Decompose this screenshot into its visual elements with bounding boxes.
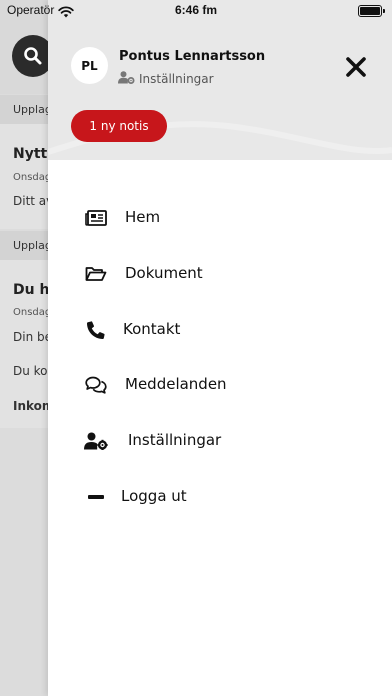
item-body: Din be bbox=[13, 330, 52, 344]
menu-label: Logga ut bbox=[121, 487, 187, 505]
settings-link-label: Inställningar bbox=[139, 71, 214, 86]
close-button[interactable] bbox=[344, 55, 368, 79]
user-gear-icon bbox=[84, 431, 108, 451]
battery-icon bbox=[358, 5, 385, 17]
menu-item-kontakt[interactable]: Kontakt bbox=[48, 308, 392, 352]
search-icon bbox=[24, 47, 42, 65]
side-drawer: PL Pontus Lennartsson Inställningar 1 ny… bbox=[48, 0, 392, 696]
menu-label: Inställningar bbox=[128, 431, 222, 449]
item-date: Onsdag bbox=[13, 307, 52, 318]
item-title: Nytt bbox=[13, 146, 48, 162]
notification-button[interactable]: 1 ny notis bbox=[71, 110, 167, 142]
menu-label: Meddelanden bbox=[125, 375, 227, 393]
menu-label: Dokument bbox=[125, 264, 203, 282]
menu-label: Kontakt bbox=[123, 320, 181, 338]
user-settings-link[interactable]: Inställningar bbox=[118, 69, 214, 88]
menu-item-hem[interactable]: Hem bbox=[48, 196, 392, 240]
avatar[interactable]: PL bbox=[71, 47, 108, 84]
clock: 6:46 fm bbox=[174, 3, 218, 17]
menu-item-meddelanden[interactable]: Meddelanden bbox=[48, 363, 392, 407]
item-body: Du ko bbox=[13, 364, 48, 378]
folder-open-icon bbox=[84, 264, 108, 284]
newspaper-icon bbox=[84, 208, 108, 228]
menu-item-logga-ut[interactable]: Logga ut bbox=[48, 475, 392, 519]
user-gear-icon bbox=[118, 69, 135, 88]
item-date: Onsdag bbox=[13, 172, 52, 183]
status-bar: Operatör 6:46 fm bbox=[0, 0, 392, 22]
menu-item-dokument[interactable]: Dokument bbox=[48, 252, 392, 296]
chat-bubbles-icon bbox=[84, 375, 108, 395]
menu-item-installningar[interactable]: Inställningar bbox=[48, 419, 392, 463]
user-name: Pontus Lennartsson bbox=[119, 49, 266, 64]
minus-icon bbox=[84, 487, 108, 507]
phone-icon bbox=[84, 320, 108, 340]
menu-label: Hem bbox=[125, 208, 161, 226]
close-icon bbox=[346, 57, 366, 77]
